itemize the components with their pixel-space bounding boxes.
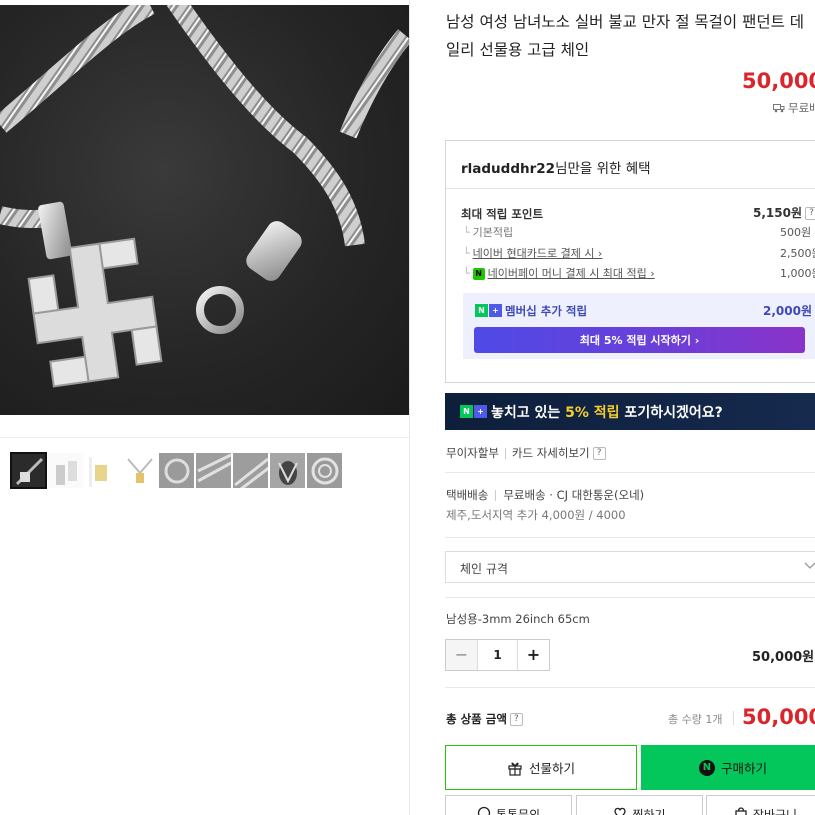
quantity-stepper: − 1 + — [445, 639, 550, 671]
benefit-divider — [446, 188, 815, 189]
help-icon[interactable]: ? — [592, 446, 606, 460]
thumbnail-9[interactable] — [306, 452, 343, 489]
gift-button[interactable]: 선물하기 — [445, 745, 637, 790]
total-divider — [733, 711, 734, 725]
product-price: 50,000 — [742, 69, 815, 93]
talk-inquiry-button[interactable]: 톡톡문의 — [445, 795, 572, 815]
membership-start-button[interactable]: 최대 5% 적립 시작하기 › — [474, 327, 805, 353]
promo-banner[interactable]: N + 놓치고 있는 5% 적립 포기하시겠어요? — [445, 393, 815, 430]
membership-value: 2,000원 — [763, 304, 812, 318]
product-main-image[interactable] — [0, 5, 410, 415]
points-row-card: └ 네이버 현대카드로 결제 시 › — [463, 247, 603, 260]
cart-icon — [735, 807, 747, 815]
section-divider — [445, 472, 815, 473]
points-row-npay-link[interactable]: 네이버페이 머니 결제 시 최대 적립 › — [488, 267, 655, 280]
thumbnail-4[interactable] — [121, 452, 158, 489]
help-icon[interactable]: ? — [805, 207, 815, 220]
points-row-card-link[interactable]: 네이버 현대카드로 결제 시 › — [473, 247, 603, 260]
truck-icon — [773, 104, 785, 113]
max-points-amount: 5,150원 — [753, 206, 802, 220]
free-shipping-badge: 무료배 — [773, 100, 815, 116]
wishlist-button[interactable]: 찜하기 — [576, 795, 703, 815]
option-select[interactable]: 체인 규격 — [445, 551, 815, 583]
necklace-illustration — [0, 5, 410, 388]
max-points-label: 최대 적립 포인트 — [461, 207, 544, 221]
max-points-value: 5,150원? — [753, 204, 815, 221]
buy-button[interactable]: N 구매하기 — [641, 745, 815, 790]
thumbnail-divider — [0, 437, 409, 438]
gift-button-label: 선물하기 — [528, 761, 575, 776]
buy-button-label: 구매하기 — [720, 761, 767, 776]
installment-label: 무이자할부 — [446, 446, 499, 460]
gift-icon — [508, 762, 522, 776]
heart-icon — [614, 807, 627, 815]
thumbnail-8[interactable] — [269, 452, 306, 489]
thumbnail-1[interactable] — [10, 452, 47, 489]
naverpay-icon: N — [698, 759, 715, 776]
naver-plus-icon: N + — [475, 304, 502, 317]
points-row-card-value: 2,500원 — [780, 247, 815, 260]
shipping-extra: 제주,도서지역 추가 4,000원 / 4000 — [446, 508, 626, 522]
benefit-username: rladuddhr22 — [461, 161, 556, 177]
thumbnail-strip — [10, 452, 343, 489]
naver-plus-icon: N + — [460, 405, 487, 418]
quantity-increase-button[interactable]: + — [517, 640, 549, 670]
option-price: 50,000원 — [752, 650, 815, 665]
selected-option-name: 남성용-3mm 26inch 65cm — [446, 612, 590, 626]
thumbnail-7[interactable] — [232, 452, 269, 489]
free-shipping-text: 무료배 — [788, 101, 815, 115]
section-divider — [445, 537, 815, 538]
points-row-npay: └ N 네이버페이 머니 결제 시 최대 적립 › — [463, 267, 655, 280]
benefit-panel: rladuddhr22님만을 위한 혜택 최대 적립 포인트 5,150원? └… — [445, 140, 815, 383]
points-row-npay-value: 1,000원 — [780, 267, 815, 280]
thumbnail-3[interactable] — [84, 452, 121, 489]
points-row-basic-value: 500원 — [780, 226, 812, 239]
promo-highlight: 5% 적립 — [565, 405, 620, 421]
help-icon[interactable]: ? — [509, 713, 523, 726]
product-title-line-1: 남성 여성 남녀노소 실버 불교 만자 절 목걸이 팬던트 데 — [446, 13, 805, 31]
thumbnail-6[interactable] — [195, 452, 232, 489]
chevron-down-icon — [803, 558, 815, 576]
product-title: 남성 여성 남녀노소 실버 불교 만자 절 목걸이 팬던트 데 일리 선물용 고… — [446, 8, 815, 64]
section-divider — [445, 687, 815, 688]
column-divider — [409, 0, 410, 815]
benefit-heading: rladuddhr22님만을 위한 혜택 — [461, 157, 651, 177]
chat-icon — [477, 806, 491, 815]
product-title-line-2: 일리 선물용 고급 체인 — [446, 41, 590, 59]
option-select-label: 체인 규격 — [460, 562, 508, 576]
quantity-value[interactable]: 1 — [478, 640, 517, 670]
total-price: 50,000 — [742, 705, 815, 729]
membership-label: 멤버십 추가 적립 — [505, 304, 588, 318]
section-divider — [445, 597, 815, 598]
points-row-basic: └ 기본적립 — [463, 226, 514, 239]
shipping-detail: 무료배송 · CJ 대한통운(오네) — [503, 488, 645, 502]
naverpay-icon: N — [472, 268, 485, 280]
product-page: 남성 여성 남녀노소 실버 불교 만자 절 목걸이 팬던트 데 일리 선물용 고… — [0, 0, 815, 815]
total-quantity: 총 수량 1개 — [668, 713, 723, 726]
payment-info: 무이자할부 카드 자세히보기 ? — [446, 445, 606, 461]
membership-panel: N + 멤버십 추가 적립 2,000원 최대 5% 적립 시작하기 › — [463, 293, 815, 359]
total-label: 총 상품 금액? — [446, 711, 523, 727]
card-detail-link[interactable]: 카드 자세히보기 — [512, 445, 590, 461]
cart-button[interactable]: 장바구니 — [706, 795, 815, 815]
benefit-heading-suffix: 님만을 위한 혜택 — [555, 161, 651, 177]
shipping-method: 택배배송 — [446, 488, 489, 502]
thumbnail-5[interactable] — [158, 452, 195, 489]
promo-text: 놓치고 있는 5% 적립 포기하시겠어요? — [491, 405, 723, 421]
quantity-decrease-button[interactable]: − — [446, 640, 478, 670]
shipping-info: 택배배송 무료배송 · CJ 대한통운(오네) — [446, 487, 644, 503]
thumbnail-2[interactable] — [47, 452, 84, 489]
points-row-basic-label: 기본적립 — [472, 226, 514, 239]
